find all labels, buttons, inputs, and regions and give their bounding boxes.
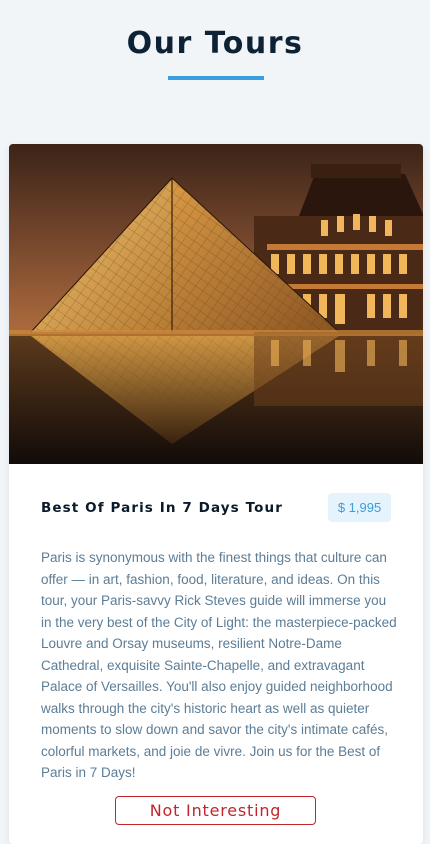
not-interesting-button[interactable]: Not Interesting — [115, 796, 316, 825]
tour-description: Paris is synonymous with the finest thin… — [41, 550, 397, 780]
tour-image — [9, 144, 423, 464]
tour-name: Best Of Paris In 7 Days Tour — [41, 500, 283, 516]
title-underline — [168, 76, 264, 80]
page-title: Our Tours — [126, 26, 304, 61]
tour-card: Best Of Paris In 7 Days Tour $ 1,995 Par… — [9, 144, 423, 844]
tour-price-badge: $ 1,995 — [328, 493, 391, 522]
